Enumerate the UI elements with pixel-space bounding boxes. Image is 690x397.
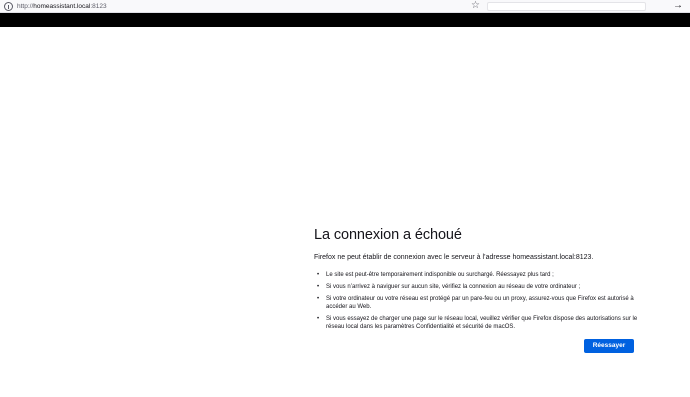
list-item: Si votre ordinateur ou votre réseau est … [314,295,644,311]
list-item: Si vous n’arrivez à naviguer sur aucun s… [314,283,644,291]
arrow-right-icon[interactable]: → [673,0,683,12]
suggestion-list: Le site est peut-être temporairement ind… [314,271,644,331]
error-title: La connexion a échoué [314,227,462,243]
url-port: :8123 [90,3,107,10]
url-bar[interactable]: http://homeassistant.local:8123 [17,1,107,12]
url-host: homeassistant.local [33,3,91,10]
browser-toolbar: http://homeassistant.local:8123 ☆ → [0,0,690,13]
star-icon[interactable]: ☆ [471,0,480,12]
url-scheme: http:// [17,3,34,10]
search-input[interactable] [487,2,646,11]
list-item: Si vous essayez de charger une page sur … [314,315,644,331]
retry-button[interactable]: Réessayer [584,339,634,353]
error-page: La connexion a échoué Firefox ne peut ét… [314,226,644,353]
list-item: Le site est peut-être temporairement ind… [314,271,644,279]
info-icon[interactable] [4,2,13,11]
black-bar [0,13,690,27]
error-description: Firefox ne peut établir de connexion ave… [314,254,594,261]
